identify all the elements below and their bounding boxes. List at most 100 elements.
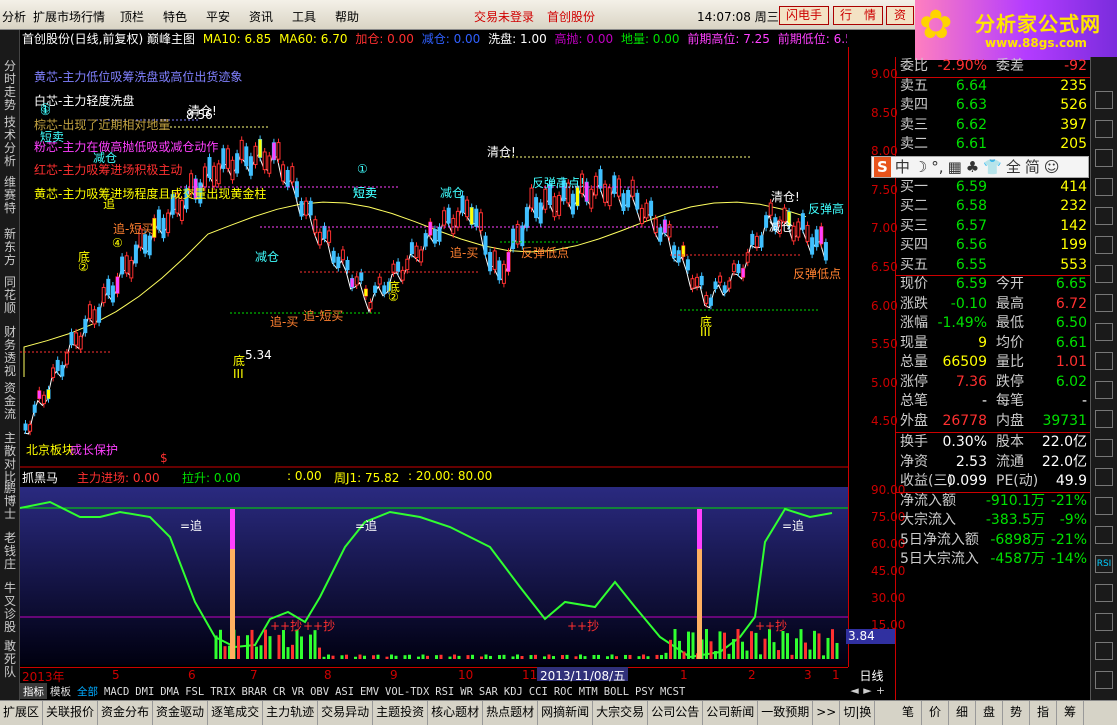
- ime-item-1[interactable]: 中: [895, 157, 910, 177]
- indicator-tab-21[interactable]: MTM: [576, 685, 601, 699]
- indicator-tab-19[interactable]: CCI: [526, 685, 551, 699]
- side-tool-icon[interactable]: [1095, 671, 1113, 689]
- bottom-tab-13[interactable]: 公司新闻: [703, 701, 759, 725]
- bottom-tab-14[interactable]: 一致预期: [758, 701, 814, 725]
- flash-trade-button[interactable]: 闪电手: [779, 6, 829, 25]
- indicator-tab-17[interactable]: SAR: [476, 685, 501, 699]
- side-tool-icon[interactable]: [1095, 497, 1113, 515]
- side-tool-icon[interactable]: [1095, 323, 1113, 341]
- right-bottom-tab-2[interactable]: 细: [949, 701, 976, 725]
- right-bottom-tab-6[interactable]: 筹: [1057, 701, 1084, 725]
- bottom-tab-15[interactable]: >>: [813, 701, 841, 725]
- indicator-tab-3[interactable]: MACD: [101, 685, 132, 699]
- side-tool-icon[interactable]: [1095, 178, 1113, 196]
- menu-extended-market[interactable]: 扩展市场行情: [33, 8, 105, 25]
- menu-analysis[interactable]: 分析: [2, 8, 26, 25]
- side-tool-icon[interactable]: [1095, 642, 1113, 660]
- indicator-tab-22[interactable]: BOLL: [601, 685, 632, 699]
- left-tab-11[interactable]: 敢死队: [2, 640, 18, 679]
- indicator-tab-9[interactable]: CR: [270, 685, 289, 699]
- ime-item-8[interactable]: 简: [1025, 157, 1040, 177]
- right-bottom-tab-1[interactable]: 价: [922, 701, 949, 725]
- side-tool-icon[interactable]: [1095, 91, 1113, 109]
- trade-login-status[interactable]: 交易未登录: [474, 8, 534, 25]
- left-tab-4[interactable]: 同花顺: [2, 276, 18, 315]
- indicator-tab-18[interactable]: KDJ: [501, 685, 526, 699]
- left-tab-9[interactable]: 老钱庄: [2, 532, 18, 571]
- ask-row[interactable]: 卖三 6.62 397: [898, 116, 1091, 135]
- indicator-tab-14[interactable]: VOL-TDX: [382, 685, 432, 699]
- left-tab-6[interactable]: 资金流: [2, 382, 18, 421]
- left-tab-5[interactable]: 财务透视: [2, 326, 18, 378]
- bottom-tab-3[interactable]: 资金驱动: [153, 701, 209, 725]
- left-tab-3[interactable]: 新东方: [2, 228, 18, 267]
- indicator-tab-7[interactable]: TRIX: [207, 685, 238, 699]
- left-tab-0[interactable]: 分时走势: [2, 60, 18, 112]
- indicator-tab-16[interactable]: WR: [457, 685, 476, 699]
- bottom-tab-4[interactable]: 逐笔成交: [208, 701, 264, 725]
- zoom-in-icon[interactable]: +: [874, 684, 887, 697]
- indicator-tab-8[interactable]: BRAR: [239, 685, 270, 699]
- ask-row[interactable]: 卖五 6.64 235: [898, 77, 1091, 96]
- side-tool-icon[interactable]: [1095, 120, 1113, 138]
- indicator-tab-12[interactable]: ASI: [332, 685, 357, 699]
- indicator-tab-1[interactable]: 模板: [47, 683, 74, 699]
- bid-row[interactable]: 买二 6.58 232: [898, 197, 1091, 216]
- ask-row[interactable]: 卖四 6.63 526: [898, 96, 1091, 115]
- indicator-tab-2[interactable]: 全部: [74, 683, 101, 699]
- right-bottom-tab-5[interactable]: 指: [1030, 701, 1057, 725]
- left-tab-2[interactable]: 维赛特: [2, 176, 18, 215]
- ime-item-9[interactable]: ☺: [1044, 157, 1060, 177]
- menu-topbar[interactable]: 顶栏: [120, 8, 144, 25]
- bottom-tab-9[interactable]: 热点题材: [483, 701, 539, 725]
- side-tool-icon[interactable]: [1095, 526, 1113, 544]
- left-tab-1[interactable]: 技术分析: [2, 116, 18, 168]
- indicator-tab-13[interactable]: EMV: [357, 685, 382, 699]
- side-tool-icon[interactable]: [1095, 468, 1113, 486]
- side-tool-icon[interactable]: [1095, 294, 1113, 312]
- side-tool-icon[interactable]: [1095, 584, 1113, 602]
- indicator-tab-0[interactable]: 指标: [20, 683, 47, 699]
- side-tool-icon[interactable]: [1095, 207, 1113, 225]
- left-tab-7[interactable]: 主散对比: [2, 432, 18, 484]
- indicator-tab-10[interactable]: VR: [288, 685, 307, 699]
- menu-help[interactable]: 帮助: [335, 8, 359, 25]
- side-tool-icon[interactable]: [1095, 439, 1113, 457]
- right-bottom-tab-4[interactable]: 势: [1003, 701, 1030, 725]
- side-tool-icon[interactable]: [1095, 410, 1113, 428]
- indicator-tab-11[interactable]: OBV: [307, 685, 332, 699]
- ask-row[interactable]: 卖二 6.61 205: [898, 135, 1091, 154]
- menu-features[interactable]: 特色: [163, 8, 187, 25]
- bid-row[interactable]: 买一 6.59 414: [898, 178, 1091, 197]
- ime-item-0[interactable]: S: [874, 157, 891, 177]
- right-bottom-tab-3[interactable]: 盘: [976, 701, 1003, 725]
- left-arrow-icon[interactable]: ◄: [848, 684, 861, 697]
- bid-row[interactable]: 买四 6.56 199: [898, 236, 1091, 255]
- side-tool-icon[interactable]: [1095, 265, 1113, 283]
- ime-item-4[interactable]: ▦: [948, 157, 962, 177]
- bid-row[interactable]: 买三 6.57 142: [898, 217, 1091, 236]
- bottom-tab-11[interactable]: 大宗交易: [593, 701, 649, 725]
- period-label[interactable]: 日线: [848, 667, 895, 683]
- right-bottom-tab-0[interactable]: 笔: [895, 701, 922, 725]
- indicator-tab-23[interactable]: PSY: [632, 685, 657, 699]
- left-tab-10[interactable]: 牛叉诊股: [2, 582, 18, 634]
- bottom-tab-12[interactable]: 公司公告: [648, 701, 704, 725]
- menu-tools[interactable]: 工具: [292, 8, 316, 25]
- bottom-tab-2[interactable]: 资金分布: [98, 701, 154, 725]
- side-tool-icon[interactable]: [1095, 236, 1113, 254]
- left-tab-8[interactable]: 鹏博士: [2, 482, 18, 521]
- side-tool-icon[interactable]: [1095, 613, 1113, 631]
- indicator-tab-15[interactable]: RSI: [432, 685, 457, 699]
- ime-item-6[interactable]: 👕: [983, 157, 1002, 177]
- bottom-tab-0[interactable]: 扩展区: [0, 701, 44, 725]
- bid-row[interactable]: 买五 6.55 553: [898, 256, 1091, 275]
- bottom-tab-16[interactable]: 切|换: [840, 701, 876, 725]
- bottom-tab-8[interactable]: 核心题材: [428, 701, 484, 725]
- bottom-tab-1[interactable]: 关联报价: [43, 701, 99, 725]
- indicator-tab-6[interactable]: FSL: [182, 685, 207, 699]
- bottom-tab-10[interactable]: 网摘新闻: [538, 701, 594, 725]
- indicator-tab-20[interactable]: ROC: [551, 685, 576, 699]
- ime-item-7[interactable]: 全: [1006, 157, 1021, 177]
- side-tool-icon[interactable]: [1095, 381, 1113, 399]
